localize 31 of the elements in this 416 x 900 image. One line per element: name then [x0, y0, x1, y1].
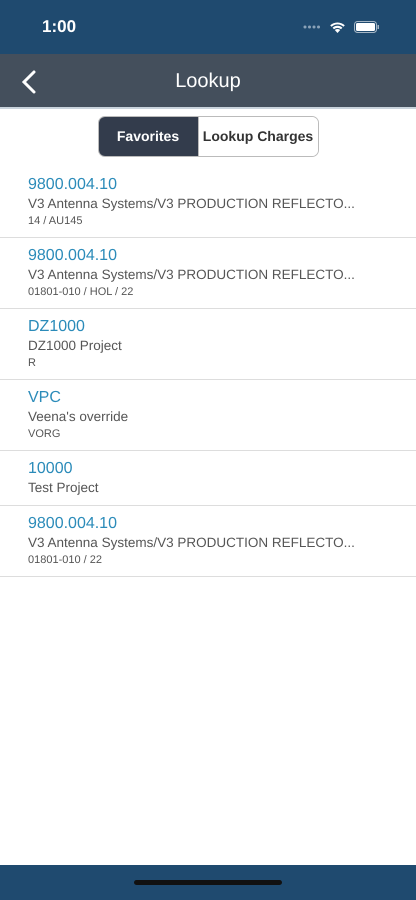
item-code: 10000: [28, 459, 74, 479]
item-code: 9800.004.10: [28, 514, 118, 534]
segment-tab[interactable]: Lookup Charges: [198, 117, 318, 156]
list-item[interactable]: DZ1000 DZ1000 Project R: [0, 309, 416, 380]
item-detail: R: [28, 356, 37, 371]
back-icon: [22, 70, 36, 94]
item-code: DZ1000: [28, 317, 86, 337]
item-name: V3 Antenna Systems/V3 PRODUCTION REFLECTO...: [28, 195, 356, 213]
segment-tab[interactable]: Favorites: [98, 117, 198, 156]
signal-icon: [303, 25, 321, 29]
item-detail: VORG: [28, 427, 62, 442]
item-code: 9800.004.10: [28, 175, 118, 195]
item-name: Veena's override: [28, 408, 130, 426]
item-name: V3 Antenna Systems/V3 PRODUCTION REFLECTO...: [28, 266, 356, 284]
list-item[interactable]: 9800.004.10 V3 Antenna Systems/V3 PRODUCTION REFLECTO... 01801-010 / HOL / 22: [0, 238, 416, 309]
status-time: 1:00: [42, 16, 76, 38]
item-detail: 01801-010 / 22: [28, 553, 104, 568]
item-name: Test Project: [28, 479, 100, 497]
list-item[interactable]: 9800.004.10 V3 Antenna Systems/V3 PRODUCTION REFLECTO... 01801-010 / 22: [0, 506, 416, 577]
item-name: DZ1000 Project: [28, 337, 123, 355]
item-detail: 14 / AU145: [28, 214, 84, 229]
item-detail: 01801-010 / HOL / 22: [28, 285, 134, 300]
list-item[interactable]: 10000 Test Project: [0, 451, 416, 506]
wifi-icon: [329, 21, 346, 33]
item-code: 9800.004.10: [28, 246, 118, 266]
battery-icon: [354, 21, 380, 33]
item-name: V3 Antenna Systems/V3 PRODUCTION REFLECTO...: [28, 534, 356, 552]
item-code: VPC: [28, 388, 62, 408]
screen-title: Lookup: [175, 68, 241, 94]
list-item[interactable]: VPC Veena's override VORG: [0, 380, 416, 451]
list-item[interactable]: 9800.004.10 V3 Antenna Systems/V3 PRODUCTION REFLECTO... 14 / AU145: [0, 167, 416, 238]
